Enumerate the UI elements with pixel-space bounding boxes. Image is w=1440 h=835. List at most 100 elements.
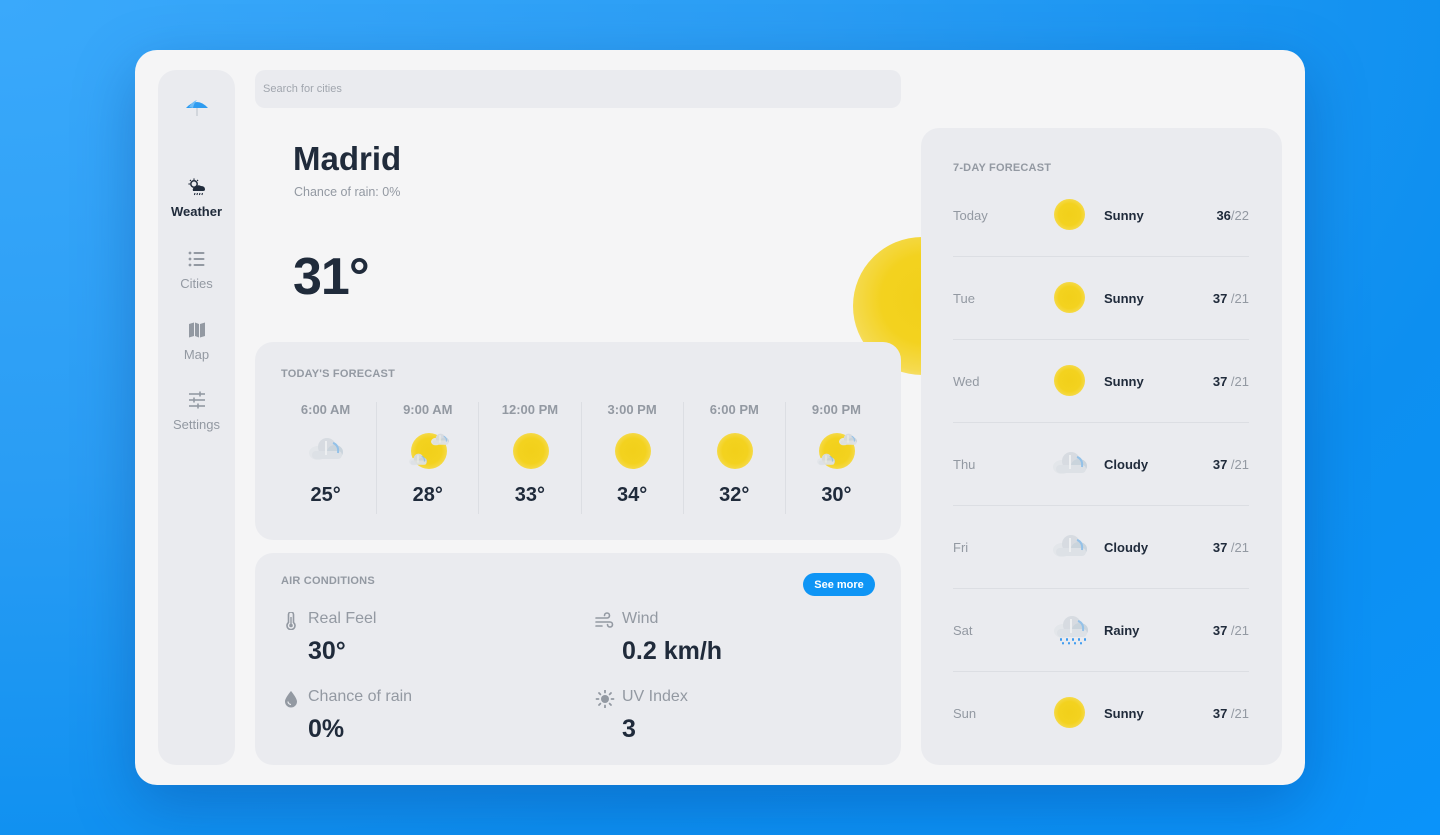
forecast-time: 6:00 PM <box>709 402 759 417</box>
day-low: /21 <box>1227 291 1249 306</box>
day-condition: Sunny <box>1104 291 1144 306</box>
hourly-forecast-item: 9:00 AM 28° <box>377 402 480 514</box>
list-icon <box>188 251 204 267</box>
daily-forecast-row: Sat Rainy 37 /21 <box>953 589 1249 672</box>
see-more-button[interactable]: See more <box>803 573 875 596</box>
sidebar-item-cities[interactable]: Cities <box>158 250 235 291</box>
sun-icon <box>1051 198 1089 232</box>
forecast-temperature: 30° <box>821 484 852 506</box>
day-temperature-range: 37 /21 <box>1213 291 1249 306</box>
day-name: Today <box>953 208 988 223</box>
partly-cloudy-icon <box>408 433 449 471</box>
day-high: 37 <box>1212 623 1228 638</box>
todays-forecast-title: TODAY'S FORECAST <box>281 368 396 380</box>
day-low: /21 <box>1227 540 1249 555</box>
day-high: 37 <box>1212 374 1228 389</box>
rain-icon <box>1051 613 1089 647</box>
current-temperature: 31° <box>293 248 370 306</box>
sun-icon <box>613 433 652 471</box>
daily-forecast-row: Sun Sunny 37 /21 <box>953 672 1249 755</box>
search-input[interactable] <box>255 70 901 108</box>
wind-icon <box>595 612 614 628</box>
day-temperature-range: 37 /21 <box>1213 374 1249 389</box>
hourly-forecast-list: 6:00 AM 25° 9:00 AM 28° 12:00 PM 33° 3:00 PM 34… <box>275 402 887 514</box>
day-high: 36 <box>1216 208 1231 223</box>
forecast-temperature: 28° <box>412 484 443 506</box>
day-condition: Rainy <box>1104 623 1140 638</box>
day-condition: Sunny <box>1104 374 1144 389</box>
day-temperature-range: 36/22 <box>1216 208 1249 223</box>
daily-forecast-row: Tue Sunny 37 /21 <box>953 257 1249 340</box>
city-name: Madrid <box>293 140 402 177</box>
day-high: 37 <box>1212 291 1228 306</box>
sidebar-item-label: Map <box>183 347 210 362</box>
sidebar: Weather Cities Map Settings <box>158 70 235 765</box>
rain-chance-subtitle: Chance of rain: 0% <box>294 185 401 199</box>
day-condition: Cloudy <box>1104 540 1149 555</box>
day-temperature-range: 37 /21 <box>1213 457 1249 472</box>
sidebar-item-label: Weather <box>170 204 223 219</box>
metric-label: Wind <box>622 610 659 627</box>
cloud-sun-rain-icon <box>188 178 205 196</box>
sun-shape <box>512 433 549 469</box>
metric-value: 3 <box>622 715 636 743</box>
cloudy-icon <box>1051 447 1089 481</box>
hourly-forecast-item: 9:00 PM 30° <box>786 402 887 514</box>
day-high: 37 <box>1212 540 1228 555</box>
sidebar-item-map[interactable]: Map <box>158 321 235 362</box>
day-high: 37 <box>1212 706 1228 721</box>
daily-forecast-row: Fri Cloudy 37 /21 <box>953 506 1249 589</box>
umbrella-icon <box>186 100 208 116</box>
forecast-temperature: 32° <box>719 484 750 506</box>
seven-day-forecast-card: 7-DAY FORECAST Today Sunny 36/22 Tue Sunny 37… <box>921 128 1282 765</box>
sun-uv-icon <box>595 690 615 708</box>
day-name: Sat <box>953 623 973 638</box>
hourly-forecast-item: 6:00 PM 32° <box>684 402 786 514</box>
hourly-forecast-item: 6:00 AM 25° <box>275 402 378 514</box>
forecast-time: 9:00 AM <box>403 402 453 417</box>
droplet-icon <box>285 691 297 708</box>
forecast-time: 3:00 PM <box>607 402 657 417</box>
day-high: 37 <box>1212 457 1228 472</box>
day-name: Wed <box>953 374 980 389</box>
todays-forecast-card: TODAY'S FORECAST 6:00 AM 25° 9:00 AM 28° 12:… <box>255 342 901 540</box>
day-low: /21 <box>1227 623 1249 638</box>
air-conditions-card: AIR CONDITIONS See more Real Feel 30° Wi… <box>255 553 901 765</box>
day-condition: Sunny <box>1104 208 1144 223</box>
sun-icon <box>1051 696 1089 730</box>
day-condition: Sunny <box>1104 706 1144 721</box>
forecast-temperature: 34° <box>616 484 648 506</box>
cloudy-icon <box>307 433 345 471</box>
thermometer-icon <box>286 612 296 630</box>
sun-icon <box>715 433 754 471</box>
hourly-forecast-item: 12:00 PM 33° <box>479 402 582 514</box>
day-low: /21 <box>1227 457 1249 472</box>
sun-shape <box>717 433 754 469</box>
day-temperature-range: 37 /21 <box>1213 540 1249 555</box>
day-low: /21 <box>1227 706 1249 721</box>
day-low: /22 <box>1230 208 1249 223</box>
sidebar-item-label: Cities <box>180 276 213 291</box>
sidebar-item-settings[interactable]: Settings <box>158 391 235 432</box>
daily-forecast-row: Today Sunny 36/22 <box>953 174 1249 257</box>
partly-cloudy-icon <box>817 433 858 471</box>
daily-forecast-row: Thu Cloudy 37 /21 <box>953 423 1249 506</box>
forecast-temperature: 33° <box>514 484 546 506</box>
sun-icon <box>1051 364 1089 398</box>
sun-shape <box>615 433 652 469</box>
metric-label: UV Index <box>622 688 688 705</box>
sidebar-item-weather[interactable]: Weather <box>158 178 235 219</box>
day-condition: Cloudy <box>1104 457 1149 472</box>
metric-label: Chance of rain <box>308 688 413 705</box>
sun-icon <box>1051 281 1089 315</box>
day-low: /21 <box>1227 374 1249 389</box>
day-name: Tue <box>953 291 975 306</box>
sliders-icon <box>188 391 205 409</box>
day-temperature-range: 37 /21 <box>1213 706 1249 721</box>
sidebar-item-label: Settings <box>173 417 220 432</box>
metric-label: Real Feel <box>308 610 377 627</box>
forecast-time: 6:00 AM <box>300 402 351 417</box>
metric-value: 30° <box>308 637 346 665</box>
forecast-time: 12:00 PM <box>501 402 559 417</box>
metric-value: 0% <box>308 715 345 743</box>
